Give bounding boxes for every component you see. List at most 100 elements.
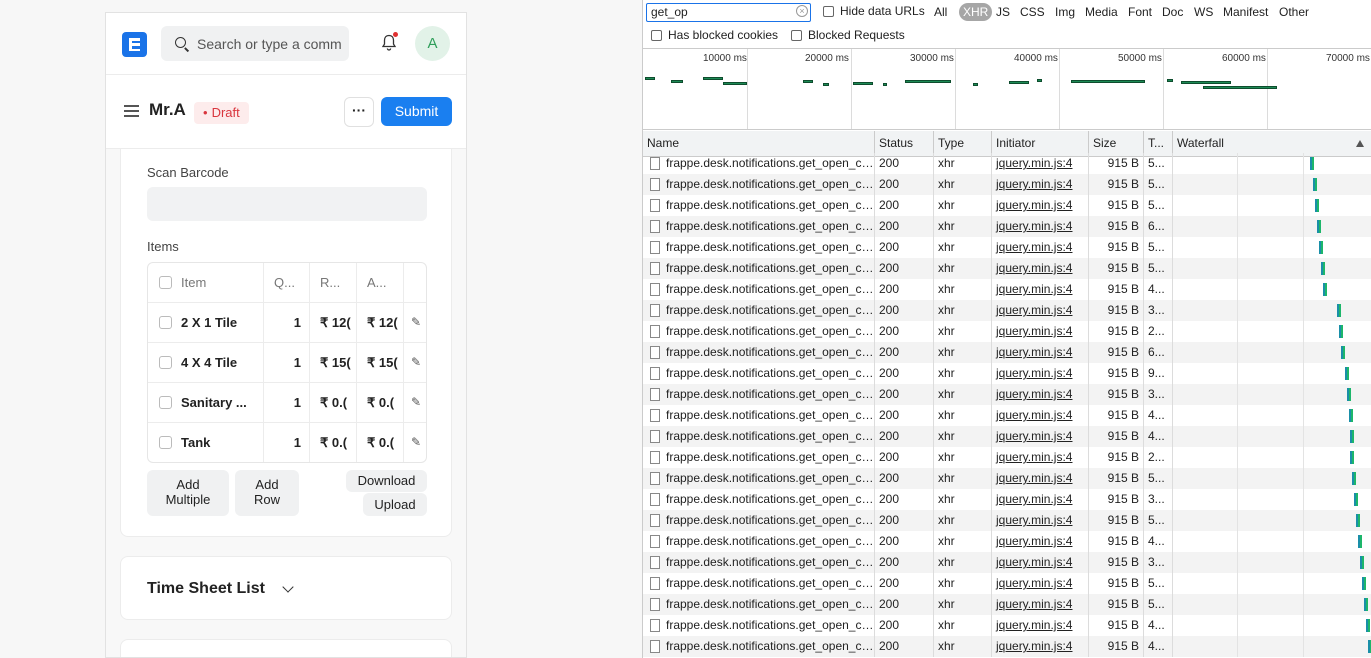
table-row[interactable]: frappe.desk.notifications.get_open_count… (643, 216, 1371, 237)
type-filter-js[interactable]: JS (996, 3, 1010, 21)
type-filter-font[interactable]: Font (1128, 3, 1152, 21)
request-name[interactable]: frappe.desk.notifications.get_open_count (643, 615, 874, 636)
request-name[interactable]: frappe.desk.notifications.get_open_count (643, 489, 874, 510)
has-blocked-cookies-checkbox[interactable] (651, 30, 662, 41)
request-name[interactable]: frappe.desk.notifications.get_open_count (643, 636, 874, 657)
request-name[interactable]: frappe.desk.notifications.get_open_count (643, 321, 874, 342)
type-filter-xhr[interactable]: XHR (959, 3, 993, 21)
request-initiator-link[interactable]: jquery.min.js:4 (991, 321, 1088, 342)
network-overview-timeline[interactable]: 10000 ms 20000 ms 30000 ms 40000 ms 5000… (643, 48, 1371, 130)
request-name[interactable]: frappe.desk.notifications.get_open_count (643, 510, 874, 531)
request-name[interactable]: frappe.desk.notifications.get_open_count (643, 573, 874, 594)
type-filter-ws[interactable]: WS (1194, 3, 1213, 21)
rate-cell[interactable]: ₹ 0.( (309, 383, 356, 422)
request-name[interactable]: frappe.desk.notifications.get_open_count (643, 426, 874, 447)
request-name[interactable]: frappe.desk.notifications.get_open_count (643, 531, 874, 552)
request-initiator-link[interactable]: jquery.min.js:4 (991, 573, 1088, 594)
table-row[interactable]: frappe.desk.notifications.get_open_count… (643, 342, 1371, 363)
item-cell[interactable]: Sanitary ... (181, 383, 263, 422)
table-row[interactable]: frappe.desk.notifications.get_open_count… (643, 573, 1371, 594)
request-initiator-link[interactable]: jquery.min.js:4 (991, 279, 1088, 300)
request-initiator-link[interactable]: jquery.min.js:4 (991, 363, 1088, 384)
table-row[interactable]: frappe.desk.notifications.get_open_count… (643, 384, 1371, 405)
type-filter-css[interactable]: CSS (1020, 3, 1045, 21)
request-name[interactable]: frappe.desk.notifications.get_open_count (643, 468, 874, 489)
request-initiator-link[interactable]: jquery.min.js:4 (991, 468, 1088, 489)
clear-filter-icon[interactable]: × (796, 5, 808, 17)
request-initiator-link[interactable]: jquery.min.js:4 (991, 405, 1088, 426)
request-initiator-link[interactable]: jquery.min.js:4 (991, 447, 1088, 468)
edit-icon[interactable]: ✎ (403, 383, 426, 422)
table-row[interactable]: frappe.desk.notifications.get_open_count… (643, 300, 1371, 321)
table-row[interactable]: frappe.desk.notifications.get_open_count… (643, 552, 1371, 573)
rate-cell[interactable]: ₹ 15( (309, 343, 356, 382)
search-input[interactable]: Search or type a comm (197, 36, 342, 52)
request-initiator-link[interactable]: jquery.min.js:4 (991, 300, 1088, 321)
table-row[interactable]: Sanitary ... 1 ₹ 0.( ₹ 0.( ✎ (148, 382, 426, 422)
time-sheet-section[interactable]: Time Sheet List (120, 556, 452, 620)
request-initiator-link[interactable]: jquery.min.js:4 (991, 195, 1088, 216)
submit-button[interactable]: Submit (381, 97, 452, 126)
request-initiator-link[interactable]: jquery.min.js:4 (991, 594, 1088, 615)
request-initiator-link[interactable]: jquery.min.js:4 (991, 489, 1088, 510)
filter-input[interactable]: get_op (646, 3, 811, 22)
avatar[interactable]: A (415, 26, 450, 61)
request-initiator-link[interactable]: jquery.min.js:4 (991, 153, 1088, 174)
add-multiple-button[interactable]: Add Multiple (147, 470, 229, 516)
request-name[interactable]: frappe.desk.notifications.get_open_count (643, 216, 874, 237)
request-name[interactable]: frappe.desk.notifications.get_open_count (643, 384, 874, 405)
type-filter-doc[interactable]: Doc (1162, 3, 1183, 21)
edit-icon[interactable]: ✎ (403, 343, 426, 382)
table-row[interactable]: frappe.desk.notifications.get_open_count… (643, 594, 1371, 615)
request-initiator-link[interactable]: jquery.min.js:4 (991, 510, 1088, 531)
qty-cell[interactable]: 1 (263, 303, 309, 342)
request-name[interactable]: frappe.desk.notifications.get_open_count (643, 258, 874, 279)
more-actions-button[interactable]: ··· (344, 97, 374, 127)
edit-icon[interactable]: ✎ (403, 423, 426, 462)
edit-icon[interactable]: ✎ (403, 303, 426, 342)
table-row[interactable]: 4 X 4 Tile 1 ₹ 15( ₹ 15( ✎ (148, 342, 426, 382)
upload-button[interactable]: Upload (363, 493, 427, 516)
type-filter-manifest[interactable]: Manifest (1223, 3, 1268, 21)
type-filter-other[interactable]: Other (1279, 3, 1309, 21)
table-row[interactable]: frappe.desk.notifications.get_open_count… (643, 426, 1371, 447)
table-row[interactable]: frappe.desk.notifications.get_open_count… (643, 531, 1371, 552)
request-initiator-link[interactable]: jquery.min.js:4 (991, 258, 1088, 279)
hide-data-urls-checkbox[interactable] (823, 6, 834, 17)
request-initiator-link[interactable]: jquery.min.js:4 (991, 237, 1088, 258)
blocked-requests-checkbox[interactable] (791, 30, 802, 41)
request-name[interactable]: frappe.desk.notifications.get_open_count (643, 447, 874, 468)
table-row[interactable]: frappe.desk.notifications.get_open_count… (643, 279, 1371, 300)
scan-barcode-input[interactable] (147, 187, 427, 221)
request-initiator-link[interactable]: jquery.min.js:4 (991, 615, 1088, 636)
item-cell[interactable]: 4 X 4 Tile (181, 343, 263, 382)
request-name[interactable]: frappe.desk.notifications.get_open_count (643, 174, 874, 195)
hamburger-icon[interactable] (124, 105, 139, 117)
chevron-down-icon[interactable] (282, 581, 294, 593)
request-initiator-link[interactable]: jquery.min.js:4 (991, 174, 1088, 195)
request-name[interactable]: frappe.desk.notifications.get_open_count (643, 552, 874, 573)
table-row[interactable]: frappe.desk.notifications.get_open_count… (643, 615, 1371, 636)
request-initiator-link[interactable]: jquery.min.js:4 (991, 531, 1088, 552)
request-name[interactable]: frappe.desk.notifications.get_open_count (643, 342, 874, 363)
request-initiator-link[interactable]: jquery.min.js:4 (991, 426, 1088, 447)
request-name[interactable]: frappe.desk.notifications.get_open_count (643, 195, 874, 216)
select-all-checkbox[interactable] (159, 276, 172, 289)
type-filter-all[interactable]: All (934, 3, 947, 21)
table-row[interactable]: frappe.desk.notifications.get_open_count… (643, 258, 1371, 279)
qty-cell[interactable]: 1 (263, 423, 309, 462)
request-initiator-link[interactable]: jquery.min.js:4 (991, 342, 1088, 363)
table-row[interactable]: frappe.desk.notifications.get_open_count… (643, 174, 1371, 195)
row-checkbox[interactable] (159, 356, 172, 369)
table-row[interactable]: frappe.desk.notifications.get_open_count… (643, 321, 1371, 342)
table-row[interactable]: frappe.desk.notifications.get_open_count… (643, 405, 1371, 426)
table-row[interactable]: frappe.desk.notifications.get_open_count… (643, 363, 1371, 384)
request-name[interactable]: frappe.desk.notifications.get_open_count (643, 237, 874, 258)
table-row[interactable]: frappe.desk.notifications.get_open_count… (643, 447, 1371, 468)
table-row[interactable]: frappe.desk.notifications.get_open_count… (643, 468, 1371, 489)
request-name[interactable]: frappe.desk.notifications.get_open_count (643, 405, 874, 426)
table-row[interactable]: frappe.desk.notifications.get_open_count… (643, 195, 1371, 216)
request-name[interactable]: frappe.desk.notifications.get_open_count (643, 279, 874, 300)
request-initiator-link[interactable]: jquery.min.js:4 (991, 384, 1088, 405)
qty-cell[interactable]: 1 (263, 383, 309, 422)
